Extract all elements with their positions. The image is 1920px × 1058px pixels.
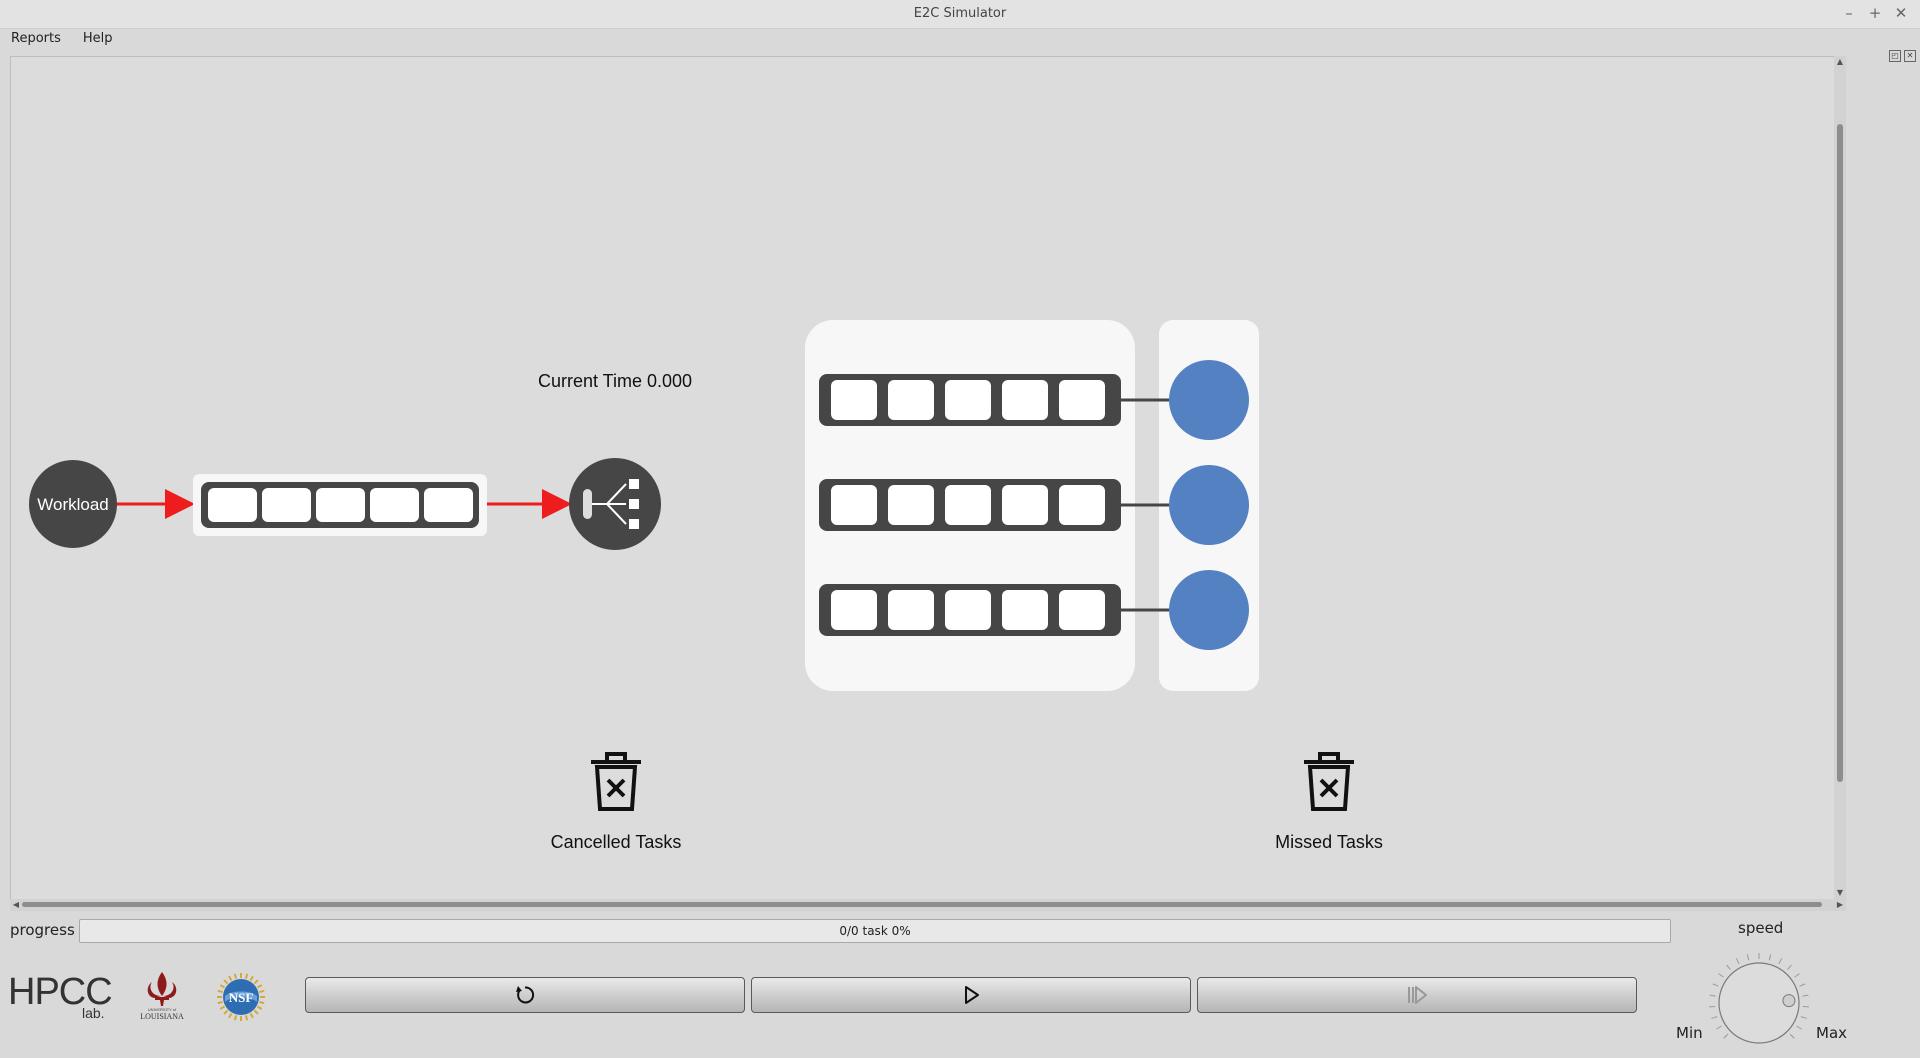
batch-queue-slot bbox=[316, 488, 365, 522]
menu-reports[interactable]: Reports bbox=[0, 28, 72, 52]
nsf-logo-text: NSF bbox=[229, 990, 254, 1005]
machine-queue-slot bbox=[831, 380, 877, 420]
speed-dial[interactable] bbox=[1704, 948, 1814, 1058]
dial-tick bbox=[1719, 974, 1724, 978]
batch-queue bbox=[193, 474, 487, 536]
missed-tasks-bin[interactable]: Missed Tasks bbox=[1275, 754, 1383, 852]
machine-queue-slot bbox=[1059, 590, 1105, 630]
machine-queue-slot bbox=[831, 590, 877, 630]
hpcc-logo-sub: lab. bbox=[82, 1005, 105, 1020]
window-controls: – + ✕ bbox=[1840, 3, 1910, 23]
maximize-button[interactable]: + bbox=[1866, 3, 1884, 23]
dial-tick bbox=[1795, 974, 1800, 978]
dial-tick bbox=[1710, 995, 1716, 996]
play-icon bbox=[960, 984, 982, 1006]
machine-queue-slot bbox=[888, 380, 934, 420]
workload-label: Workload bbox=[37, 495, 109, 514]
scroll-left-icon[interactable]: ◀ bbox=[10, 899, 22, 911]
simulation-diagram: Workload Current bbox=[11, 57, 1845, 900]
dock-close-icon[interactable]: ✕ bbox=[1904, 50, 1916, 62]
batch-queue-slot bbox=[208, 488, 257, 522]
batch-queue-slot bbox=[262, 488, 311, 522]
dial-tick bbox=[1800, 984, 1806, 986]
reset-icon bbox=[514, 984, 536, 1006]
nsf-logo: NSF bbox=[216, 972, 266, 1022]
dial-tick bbox=[1790, 1034, 1794, 1038]
machine-node[interactable] bbox=[1169, 360, 1249, 440]
cancelled-tasks-label: Cancelled Tasks bbox=[551, 832, 682, 852]
hpcc-lab-logo: HPCC lab. bbox=[8, 966, 112, 1020]
current-time-label: Current Time 0.000 bbox=[538, 371, 692, 391]
close-button[interactable]: ✕ bbox=[1892, 3, 1910, 23]
machine-queue-slot bbox=[945, 590, 991, 630]
dial-tick bbox=[1747, 954, 1748, 960]
machine-node[interactable] bbox=[1169, 570, 1249, 650]
trash-icon bbox=[591, 754, 641, 809]
speed-min-label: Min bbox=[1676, 1024, 1703, 1042]
dock-float-icon[interactable]: ◰ bbox=[1889, 50, 1901, 62]
step-forward-button[interactable] bbox=[1197, 977, 1637, 1013]
machine-queue-slot bbox=[1002, 590, 1048, 630]
dial-tick bbox=[1779, 958, 1782, 963]
simulation-canvas[interactable]: Workload Current bbox=[10, 56, 1846, 901]
speed-max-label: Max bbox=[1816, 1024, 1847, 1042]
scheduler-node[interactable] bbox=[569, 458, 661, 550]
horizontal-scroll-thumb[interactable] bbox=[22, 902, 1822, 907]
scroll-up-icon[interactable]: ▲ bbox=[1834, 56, 1846, 68]
dial-tick bbox=[1769, 954, 1770, 960]
louisiana-logo: UNIVERSITY of LOUISIANA bbox=[130, 970, 194, 1022]
machine-queue-slot bbox=[831, 485, 877, 525]
machine-queue-slot bbox=[945, 485, 991, 525]
dial-tick bbox=[1736, 958, 1739, 963]
machine-queue-slot bbox=[1002, 485, 1048, 525]
speed-dial-knob bbox=[1783, 995, 1795, 1007]
dial-tick bbox=[1797, 1026, 1802, 1029]
machine-queue-slot bbox=[1059, 380, 1105, 420]
vertical-scroll-thumb[interactable] bbox=[1837, 124, 1843, 782]
batch-queue-slot bbox=[424, 488, 473, 522]
dial-tick bbox=[1802, 995, 1808, 996]
trash-icon bbox=[1304, 754, 1354, 809]
speed-label: speed bbox=[1738, 919, 1783, 937]
machine-node[interactable] bbox=[1169, 465, 1249, 545]
dial-tick bbox=[1788, 965, 1792, 970]
scroll-down-icon[interactable]: ▼ bbox=[1834, 887, 1846, 899]
progress-bar: 0/0 task 0% bbox=[79, 919, 1671, 943]
machine-queue-slot bbox=[888, 590, 934, 630]
dial-tick bbox=[1727, 965, 1731, 970]
cancelled-tasks-bin[interactable]: Cancelled Tasks bbox=[551, 754, 682, 852]
fleur-de-lis-icon bbox=[148, 972, 177, 1006]
dock-controls: ◰ ✕ bbox=[1889, 50, 1916, 62]
scroll-right-icon[interactable]: ▶ bbox=[1834, 899, 1846, 911]
dial-tick bbox=[1801, 1017, 1807, 1019]
progress-label: progress bbox=[10, 921, 75, 939]
machine-queue-slot bbox=[888, 485, 934, 525]
dial-tick bbox=[1724, 1034, 1728, 1038]
menu-help[interactable]: Help bbox=[72, 28, 124, 52]
reset-button[interactable] bbox=[305, 977, 745, 1013]
play-button[interactable] bbox=[751, 977, 1191, 1013]
dial-tick bbox=[1711, 1017, 1717, 1019]
step-forward-icon bbox=[1404, 984, 1430, 1006]
machine-queue-slot bbox=[1059, 485, 1105, 525]
machine-queue-slot bbox=[945, 380, 991, 420]
minimize-button[interactable]: – bbox=[1840, 3, 1858, 23]
machine-queue-slot bbox=[1002, 380, 1048, 420]
dial-tick bbox=[1716, 1026, 1721, 1029]
menu-bar: Reports Help bbox=[0, 28, 1920, 52]
vertical-scrollbar[interactable]: ▲ ▼ bbox=[1834, 56, 1846, 899]
ul-logo-name: LOUISIANA bbox=[140, 1012, 184, 1021]
workload-node[interactable]: Workload bbox=[29, 460, 117, 548]
window-title: E2C Simulator bbox=[0, 6, 1920, 21]
dial-tick bbox=[1713, 984, 1719, 986]
horizontal-scrollbar[interactable]: ◀ ▶ bbox=[10, 899, 1846, 911]
batch-queue-slot bbox=[370, 488, 419, 522]
missed-tasks-label: Missed Tasks bbox=[1275, 832, 1383, 852]
window-titlebar: E2C Simulator – + ✕ bbox=[0, 0, 1920, 29]
progress-text: 0/0 task 0% bbox=[80, 924, 1670, 938]
